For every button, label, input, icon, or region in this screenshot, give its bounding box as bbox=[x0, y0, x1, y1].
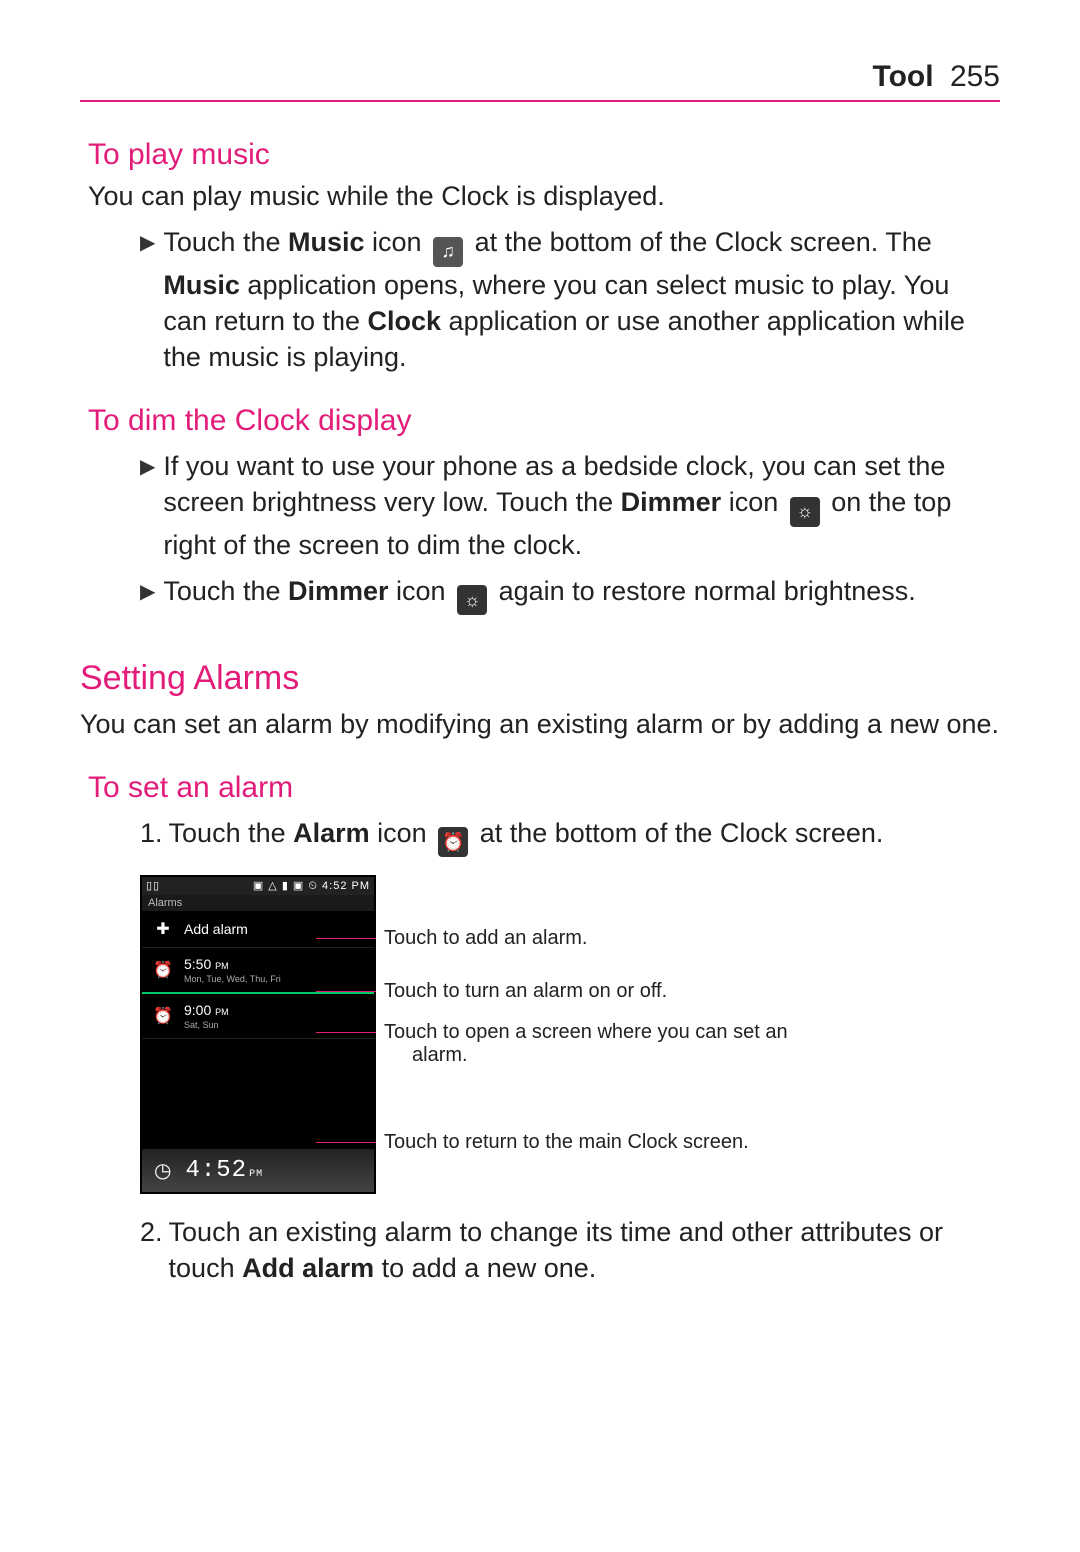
status-bar: ▯▯ ▣ △ ▮ ▣ ⏲ 4:52 PM bbox=[142, 877, 374, 895]
heading-set-alarm: To set an alarm bbox=[88, 771, 1000, 805]
bottom-time: 4:52PM bbox=[185, 1157, 263, 1184]
bullet-dim-1-text: If you want to use your phone as a bedsi… bbox=[163, 448, 1000, 563]
bullet-play-music: ▶ Touch the Music icon ♫ at the bottom o… bbox=[140, 224, 1000, 375]
dimmer-icon: ☼ bbox=[790, 497, 820, 527]
alarms-section-label: Alarms bbox=[142, 895, 374, 911]
step-2-text: Touch an existing alarm to change its ti… bbox=[169, 1214, 1000, 1287]
bullet-dim-1: ▶ If you want to use your phone as a bed… bbox=[140, 448, 1000, 563]
leader-line bbox=[316, 1032, 376, 1033]
phone-mock: ▯▯ ▣ △ ▮ ▣ ⏲ 4:52 PM Alarms ✚ Add alarm … bbox=[140, 875, 376, 1194]
alarm-icon: ⏰ bbox=[438, 827, 468, 857]
page-number: 255 bbox=[950, 60, 1000, 93]
leader-line bbox=[316, 938, 376, 939]
bullet-play-music-text: Touch the Music icon ♫ at the bottom of … bbox=[163, 224, 1000, 375]
step-number: 1. bbox=[140, 815, 163, 851]
phone-empty-area bbox=[142, 1039, 374, 1149]
bullet-arrow-icon: ▶ bbox=[140, 579, 155, 606]
clock-bottom-bar[interactable]: ◷ 4:52PM bbox=[142, 1149, 374, 1192]
bullet-arrow-icon: ▶ bbox=[140, 454, 155, 481]
callout-toggle-alarm: Touch to turn an alarm on or off. bbox=[412, 980, 832, 1003]
bullet-dim-2: ▶ Touch the Dimmer icon ☼ again to resto… bbox=[140, 573, 1000, 615]
intro-setting-alarms: You can set an alarm by modifying an exi… bbox=[80, 706, 1000, 742]
page-header: Tool 255 bbox=[80, 60, 1000, 102]
chapter-title: Tool bbox=[873, 60, 934, 93]
step-1: 1. Touch the Alarm icon ⏰ at the bottom … bbox=[140, 815, 1000, 857]
callouts: Touch to add an alarm. Touch to turn an … bbox=[412, 875, 832, 1154]
bullet-dim-2-text: Touch the Dimmer icon ☼ again to restore… bbox=[163, 573, 1000, 615]
clock-icon: ◷ bbox=[154, 1158, 171, 1183]
callout-return-clock: Touch to return to the main Clock screen… bbox=[412, 1131, 832, 1154]
step-1-text: Touch the Alarm icon ⏰ at the bottom of … bbox=[169, 815, 1000, 857]
music-icon: ♫ bbox=[433, 237, 463, 267]
leader-line bbox=[316, 1142, 376, 1143]
status-icons-left: ▯▯ bbox=[146, 879, 160, 892]
screenshot-alarms: ▯▯ ▣ △ ▮ ▣ ⏲ 4:52 PM Alarms ✚ Add alarm … bbox=[140, 875, 1000, 1194]
step-number: 2. bbox=[140, 1214, 163, 1250]
bullet-arrow-icon: ▶ bbox=[140, 230, 155, 257]
alarm-toggle-icon[interactable]: ⏰ bbox=[152, 1006, 174, 1026]
alarm-1-text: 5:50 PM Mon, Tue, Wed, Thu, Fri bbox=[184, 956, 364, 984]
step-2: 2. Touch an existing alarm to change its… bbox=[140, 1214, 1000, 1287]
manual-page: Tool 255 To play music You can play musi… bbox=[0, 0, 1080, 1552]
callout-open-alarm: Touch to open a screen where you can set… bbox=[412, 1021, 832, 1067]
alarm-2-text: 9:00 PM Sat, Sun bbox=[184, 1002, 364, 1030]
heading-play-music: To play music bbox=[88, 138, 1000, 172]
heading-setting-alarms: Setting Alarms bbox=[80, 659, 1000, 698]
add-alarm-label: Add alarm bbox=[184, 921, 364, 937]
alarm-row-1[interactable]: ⏰ 5:50 PM Mon, Tue, Wed, Thu, Fri bbox=[142, 948, 374, 994]
dimmer-icon: ☼ bbox=[457, 585, 487, 615]
alarm-toggle-icon[interactable]: ⏰ bbox=[152, 960, 174, 980]
add-alarm-row[interactable]: ✚ Add alarm bbox=[142, 911, 374, 948]
callout-add-alarm: Touch to add an alarm. bbox=[412, 927, 832, 950]
heading-dim-clock: To dim the Clock display bbox=[88, 404, 1000, 438]
leader-line bbox=[316, 991, 376, 992]
intro-play-music: You can play music while the Clock is di… bbox=[88, 178, 1000, 214]
plus-icon: ✚ bbox=[152, 919, 174, 939]
status-icons-right: ▣ △ ▮ ▣ ⏲ 4:52 PM bbox=[253, 879, 370, 893]
